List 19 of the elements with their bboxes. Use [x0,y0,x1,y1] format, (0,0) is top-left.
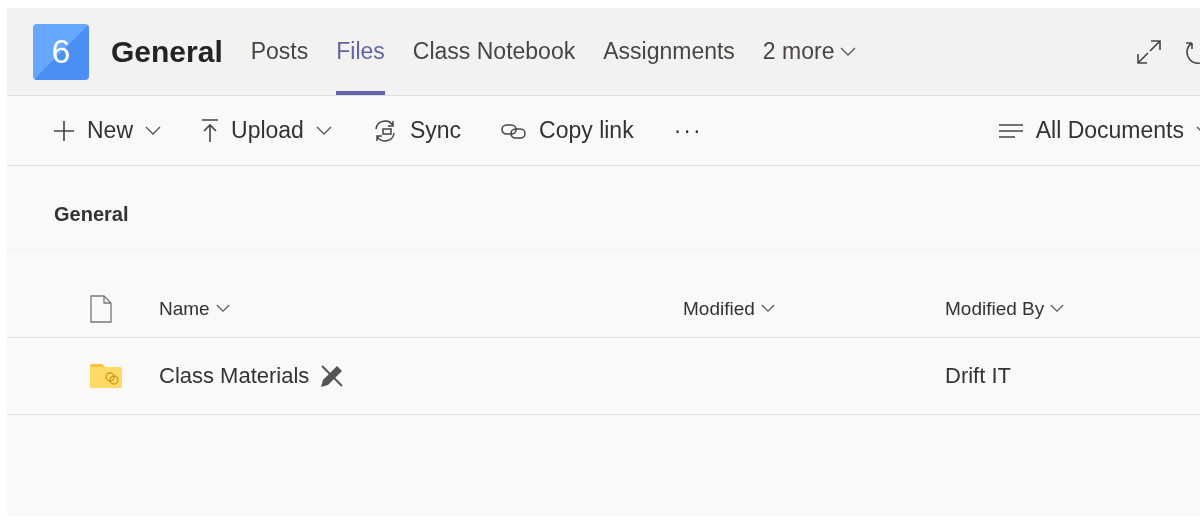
channel-title: General [111,34,223,69]
column-header[interactable]: Name [159,297,230,320]
channel-tab[interactable]: Posts [250,8,309,95]
file-name[interactable]: Class Materials [159,363,310,389]
channel-tab[interactable]: 2 more [762,8,857,95]
new-button[interactable]: New [53,117,161,144]
modified-by-cell-text: Drift IT [945,363,1012,389]
upload-button[interactable]: Upload [201,117,332,144]
more-button[interactable]: ··· [673,117,703,144]
link-button[interactable]: Copy link [501,117,634,144]
team-badge: 6 [33,23,89,80]
channel-tab[interactable]: Assignments [603,8,735,95]
column-header[interactable]: Modified By [945,297,1065,320]
file-row[interactable]: Class Materials Drift IT [7,338,1200,415]
sync-button[interactable]: Sync [371,117,462,144]
channel-tab[interactable]: Class Notebook [412,8,576,95]
view-selector[interactable]: All Documents [997,117,1200,144]
section-title: General [7,166,1200,250]
column-header[interactable]: Modified [683,297,775,320]
